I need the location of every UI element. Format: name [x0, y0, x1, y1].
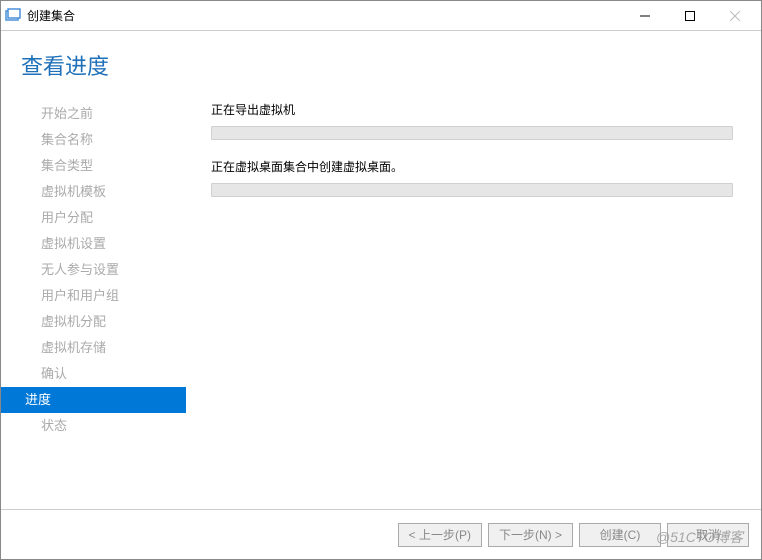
cancel-button[interactable]: 取消 — [667, 523, 749, 547]
close-button[interactable] — [712, 2, 757, 30]
titlebar: 创建集合 — [1, 1, 761, 31]
previous-button[interactable]: < 上一步(P) — [398, 523, 482, 547]
sidebar-item-progress: 进度 — [1, 387, 186, 413]
sidebar-item-vm-allocation: 虚拟机分配 — [1, 309, 186, 335]
progress-export-bar — [211, 126, 733, 140]
sidebar-item-users-groups: 用户和用户组 — [1, 283, 186, 309]
wizard-steps-sidebar: 开始之前 集合名称 集合类型 虚拟机模板 用户分配 虚拟机设置 无人参与设置 用… — [1, 93, 186, 511]
sidebar-item-vm-settings: 虚拟机设置 — [1, 231, 186, 257]
wizard-header: 查看进度 — [1, 31, 761, 93]
sidebar-item-status: 状态 — [1, 413, 186, 439]
create-button[interactable]: 创建(C) — [579, 523, 661, 547]
next-button[interactable]: 下一步(N) > — [488, 523, 573, 547]
sidebar-item-user-assignment: 用户分配 — [1, 205, 186, 231]
page-title: 查看进度 — [21, 49, 741, 81]
sidebar-item-collection-type: 集合类型 — [1, 153, 186, 179]
progress-create-label: 正在虚拟桌面集合中创建虚拟桌面。 — [211, 158, 733, 175]
minimize-button[interactable] — [622, 2, 667, 30]
wizard-main: 正在导出虚拟机 正在虚拟桌面集合中创建虚拟桌面。 — [186, 93, 761, 511]
progress-create-bar — [211, 183, 733, 197]
app-icon — [5, 8, 21, 24]
progress-create-desktop: 正在虚拟桌面集合中创建虚拟桌面。 — [211, 158, 733, 197]
sidebar-item-collection-name: 集合名称 — [1, 127, 186, 153]
window-title: 创建集合 — [27, 7, 622, 24]
sidebar-item-vm-storage: 虚拟机存储 — [1, 335, 186, 361]
window-controls — [622, 2, 757, 30]
wizard-content: 开始之前 集合名称 集合类型 虚拟机模板 用户分配 虚拟机设置 无人参与设置 用… — [1, 93, 761, 511]
sidebar-item-before-start: 开始之前 — [1, 101, 186, 127]
sidebar-item-vm-template: 虚拟机模板 — [1, 179, 186, 205]
sidebar-item-unattended: 无人参与设置 — [1, 257, 186, 283]
progress-export-label: 正在导出虚拟机 — [211, 101, 733, 118]
wizard-footer: < 上一步(P) 下一步(N) > 创建(C) 取消 — [1, 509, 761, 559]
sidebar-item-confirm: 确认 — [1, 361, 186, 387]
progress-export-vm: 正在导出虚拟机 — [211, 101, 733, 140]
maximize-button[interactable] — [667, 2, 712, 30]
